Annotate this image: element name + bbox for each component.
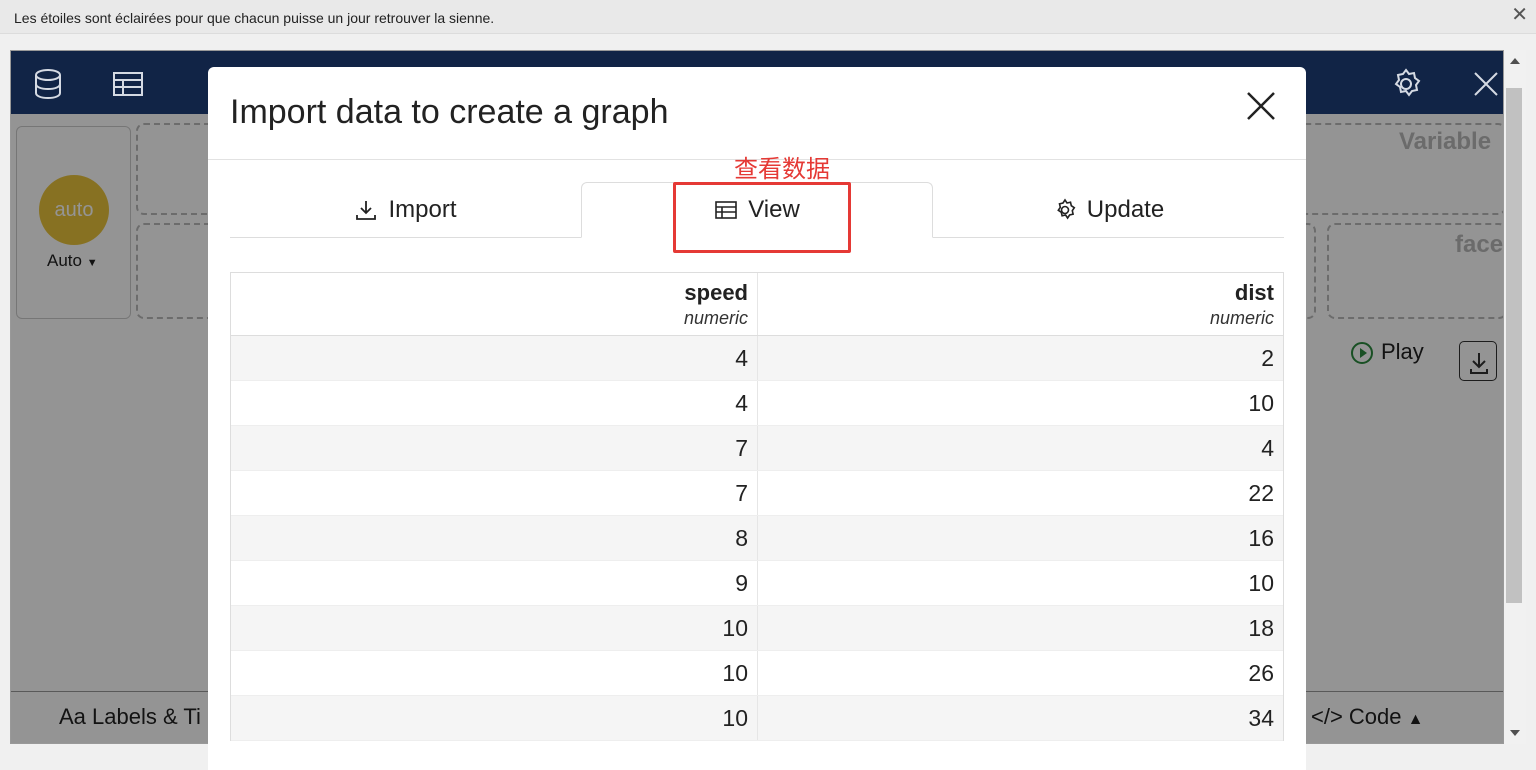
table-cell: 10 (231, 651, 758, 695)
tab-import[interactable]: Import (230, 182, 581, 238)
scroll-up-icon[interactable] (1510, 58, 1520, 64)
table-row: 10 34 (231, 696, 1283, 741)
tab-update[interactable]: Update (933, 182, 1284, 238)
table-cell: 7 (231, 426, 758, 470)
table-cell: 9 (231, 561, 758, 605)
table-cell: 22 (1248, 479, 1274, 506)
notification-bar: Les étoiles sont éclairées pour que chac… (0, 0, 1536, 34)
annotation-highlight-box (673, 182, 851, 253)
column-header-dist[interactable]: dist numeric (758, 273, 1283, 335)
table-cell: 10 (231, 696, 758, 740)
modal-header: Import data to create a graph (208, 67, 1306, 160)
settings-gear-icon[interactable] (1389, 67, 1423, 101)
column-name: speed (684, 279, 748, 305)
column-name: dist (1234, 279, 1274, 305)
table-cell: 8 (231, 516, 758, 560)
scroll-down-icon[interactable] (1510, 730, 1520, 736)
scrollbar-thumb[interactable] (1506, 88, 1522, 603)
annotation-label: 查看数据 (734, 156, 830, 183)
table-cell: 7 (231, 471, 758, 515)
download-icon (356, 201, 377, 220)
table-row: 42 (231, 336, 1283, 381)
table-row: 7 22 (231, 471, 1283, 516)
column-type: numeric (683, 307, 748, 328)
table-cell: 34 (1248, 704, 1274, 731)
app-close-icon[interactable] (1469, 67, 1503, 101)
table-row: 10 18 (231, 606, 1283, 651)
notification-message: Les étoiles sont éclairées pour que chac… (14, 10, 495, 26)
table-header: speed numeric dist numeric (231, 273, 1283, 336)
table-cell: 4 (231, 336, 758, 380)
column-type: numeric (1209, 307, 1274, 328)
table-cell: 2 (1261, 344, 1274, 371)
table-row: 8 16 (231, 516, 1283, 561)
table-row: 4 10 (231, 381, 1283, 426)
table-row: 10 26 (231, 651, 1283, 696)
table-cell: 10 (231, 606, 758, 650)
modal-title: Import data to create a graph (230, 93, 669, 131)
gear-icon (1056, 198, 1076, 220)
data-table: speed numeric dist numeric 4 2 4 10 7 4 7 22 8 16… (230, 272, 1284, 741)
table-cell: 4 (231, 381, 758, 425)
table-cell: 16 (1248, 524, 1274, 551)
close-icon[interactable] (1244, 89, 1278, 123)
table-cell: 18 (1248, 614, 1274, 641)
table-cell: 10 (1248, 569, 1274, 596)
table-cell: 26 (1248, 659, 1274, 686)
column-header-speed[interactable]: speed numeric (231, 273, 758, 335)
table-row: 74 (231, 426, 1283, 471)
table-icon[interactable] (111, 67, 145, 101)
database-icon[interactable] (31, 67, 65, 101)
tab-update-label: Update (1086, 196, 1165, 223)
page-scrollbar[interactable] (1504, 50, 1526, 744)
table-cell: 4 (1261, 434, 1274, 461)
tab-import-label: Import (388, 196, 457, 223)
table-row: 9 10 (231, 561, 1283, 606)
notification-close-icon[interactable]: ✕ (1511, 5, 1528, 25)
table-cell: 10 (1248, 389, 1274, 416)
import-data-modal: Import data to create a graph 查看数据 Impor… (208, 67, 1306, 770)
